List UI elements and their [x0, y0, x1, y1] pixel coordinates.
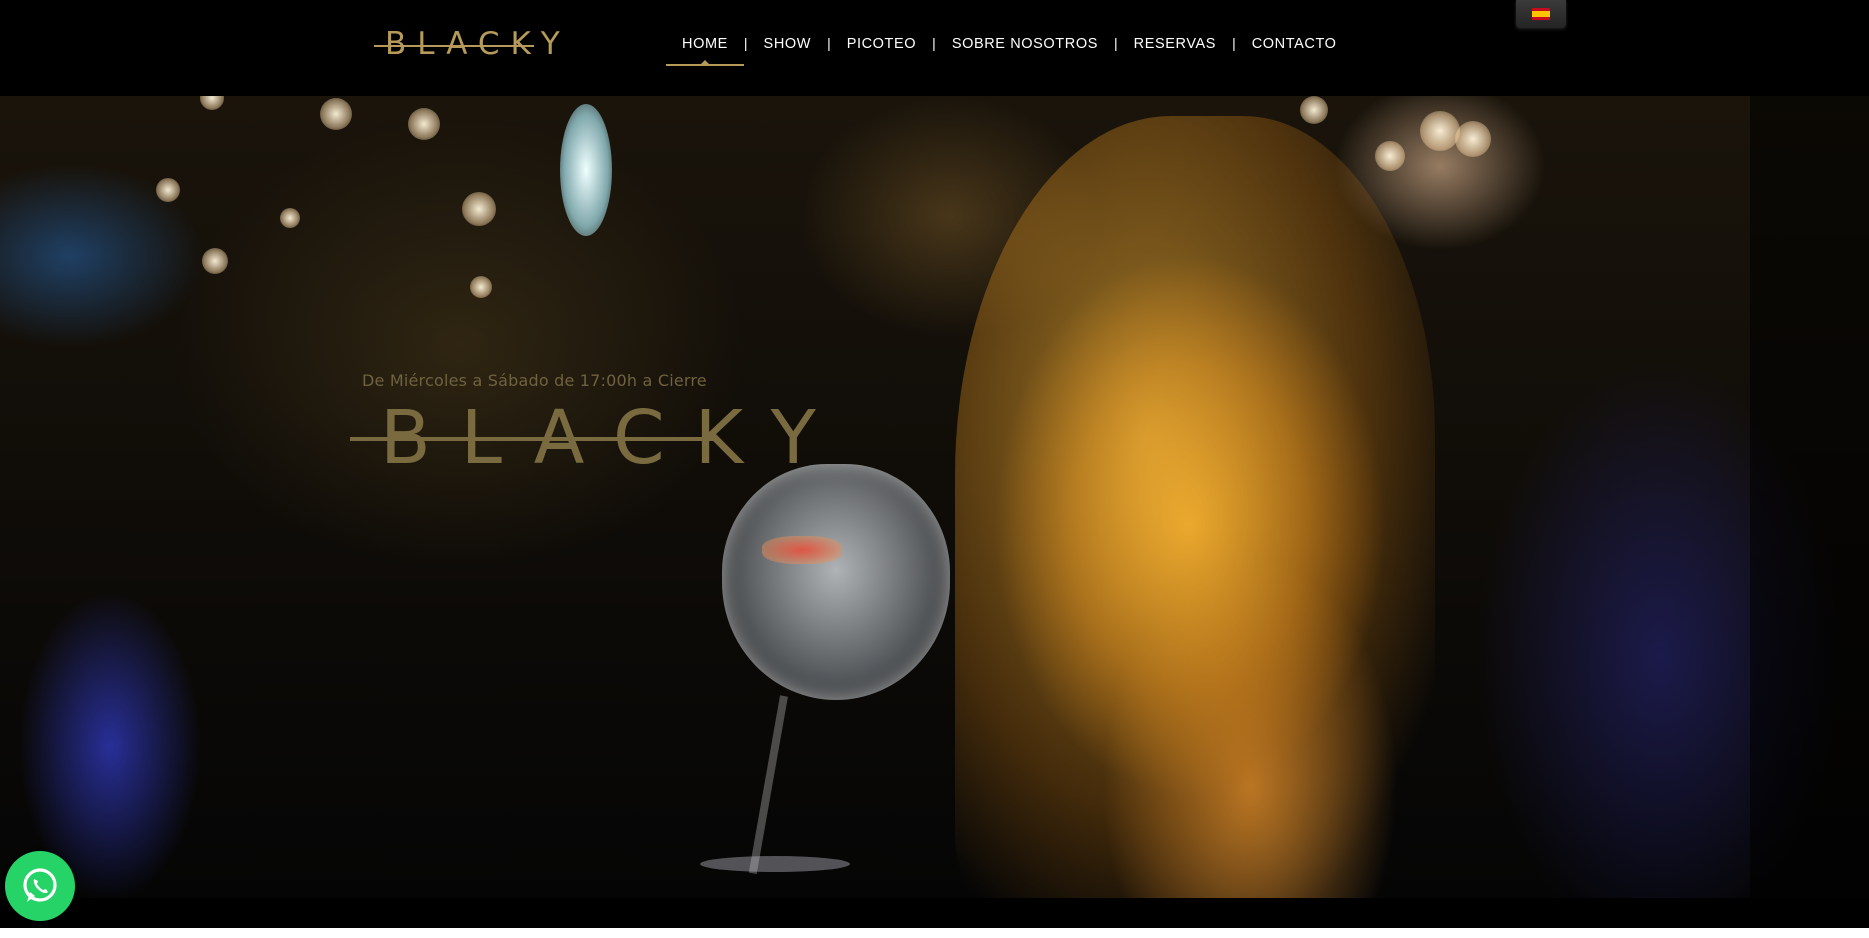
bokeh-light	[560, 104, 612, 236]
hero-schedule-text: De Miércoles a Sábado de 17:00h a Cierre	[362, 371, 707, 390]
hero-photo-glass-base	[700, 856, 850, 872]
nav-item-sobre-nosotros[interactable]: SOBRE NOSOTROS	[936, 28, 1114, 66]
nav-item-contacto[interactable]: CONTACTO	[1236, 28, 1353, 66]
hero-photo-edge	[1750, 96, 1869, 898]
bokeh-light	[202, 248, 228, 274]
bokeh-light	[462, 192, 496, 226]
bokeh-light	[470, 276, 492, 298]
hero-photo-glass-stem	[748, 695, 788, 874]
spain-flag-icon	[1532, 8, 1550, 20]
bokeh-light	[1300, 96, 1328, 124]
whatsapp-button[interactable]	[5, 851, 75, 921]
brand-logo[interactable]: BLACKY	[374, 26, 571, 62]
bokeh-light	[1420, 111, 1460, 151]
bokeh-light	[200, 96, 224, 110]
hero-logo-strike-line	[350, 437, 714, 441]
footer-strip	[0, 898, 1869, 928]
logo-strike-line	[374, 45, 534, 47]
bokeh-light	[1375, 141, 1405, 171]
language-switcher[interactable]	[1516, 0, 1566, 28]
bokeh-light	[320, 98, 352, 130]
hero-photo-garnish	[762, 536, 842, 564]
bokeh-light	[156, 178, 180, 202]
bokeh-light	[1455, 121, 1491, 157]
brand-logo-text: BLACKY	[385, 26, 571, 62]
bokeh-light	[280, 208, 300, 228]
nav-item-picoteo[interactable]: PICOTEO	[831, 28, 932, 66]
bokeh-light	[408, 108, 440, 140]
hero-photo-person	[955, 116, 1435, 898]
hero-logo: BLACKY	[350, 401, 816, 475]
whatsapp-icon	[23, 868, 57, 902]
nav-item-home[interactable]: HOME	[666, 28, 744, 66]
hero-banner: De Miércoles a Sábado de 17:00h a Cierre…	[0, 96, 1869, 898]
nav-item-reservas[interactable]: RESERVAS	[1118, 28, 1232, 66]
nav-item-show[interactable]: SHOW	[748, 28, 828, 66]
site: BLACKY HOME | SHOW | PICOTEO | SOBRE NOS…	[0, 0, 1869, 928]
main-nav: HOME | SHOW | PICOTEO | SOBRE NOSOTROS |…	[666, 28, 1353, 68]
hero-photo-glass	[722, 464, 950, 700]
header: BLACKY HOME | SHOW | PICOTEO | SOBRE NOS…	[0, 0, 1869, 96]
